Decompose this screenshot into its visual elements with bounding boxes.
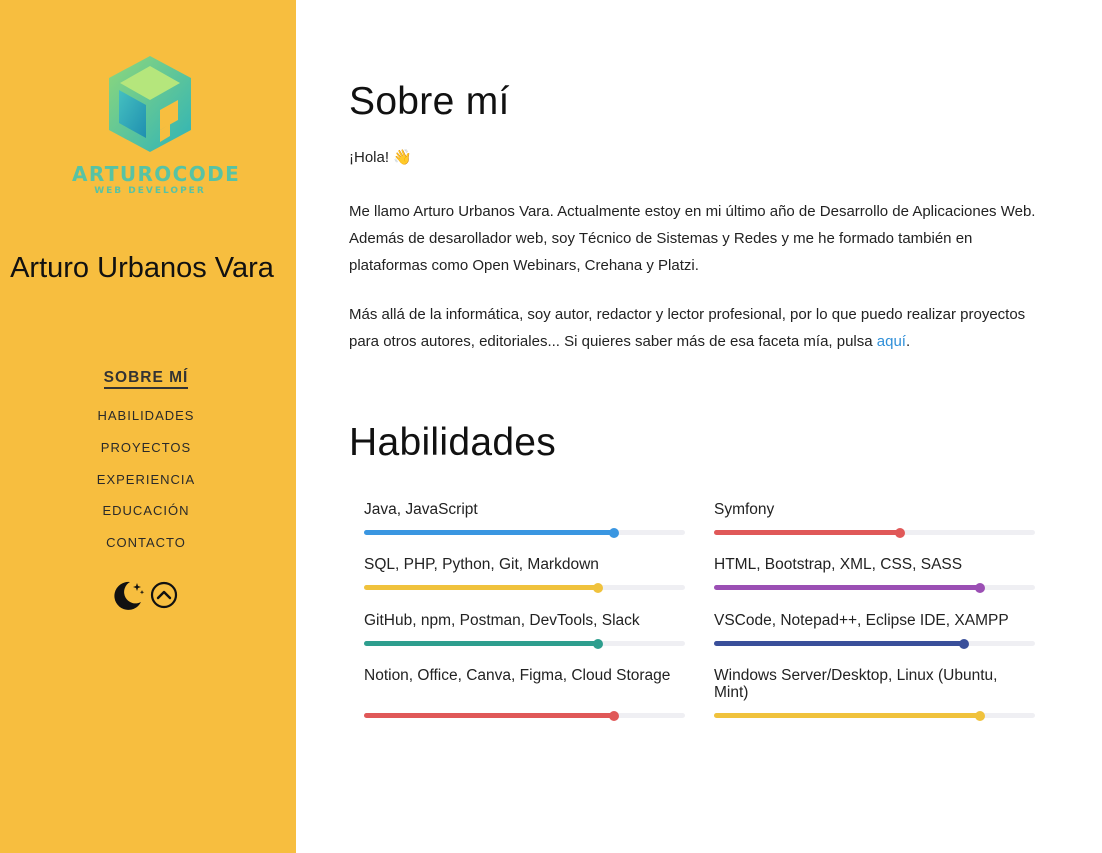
logo-subtext: WEB DEVELOPER: [94, 186, 206, 196]
skill-progress-knob: [609, 710, 620, 721]
nav-item-proyectos[interactable]: PROYECTOS: [0, 436, 292, 468]
skill-progress-knob: [975, 710, 986, 721]
sidebar: ARTUROCODE WEB DEVELOPER Arturo Urbanos …: [0, 0, 296, 853]
skill-progress-knob: [959, 638, 970, 649]
skill-item: Symfony: [714, 501, 1036, 538]
skill-progress-bar: [364, 710, 685, 721]
skill-progress-knob: [895, 527, 906, 538]
moon-stars-icon[interactable]: [110, 577, 146, 613]
skill-label: Java, JavaScript: [364, 501, 478, 518]
skill-progress-fill: [714, 713, 981, 718]
skill-item: Windows Server/Desktop, Linux (Ubuntu, M…: [714, 667, 1036, 721]
nav-item-habilidades[interactable]: HABILIDADES: [0, 404, 292, 436]
sidebar-nav: SOBRE MÍ HABILIDADES PROYECTOS EXPERIENC…: [0, 366, 292, 563]
greeting: ¡Hola! 👋: [349, 149, 412, 166]
skill-progress-fill: [364, 641, 599, 646]
logo-text: ARTUROCODE: [72, 162, 241, 186]
cube-logo-icon: [109, 56, 191, 152]
skill-label: VSCode, Notepad++, Eclipse IDE, XAMPP: [714, 612, 1009, 629]
section-title-skills: Habilidades: [349, 421, 557, 464]
about-paragraph-2: Más allá de la informática, soy autor, r…: [349, 301, 1049, 355]
about-paragraph: Me llamo Arturo Urbanos Vara. Actualment…: [349, 203, 1036, 274]
skill-item: VSCode, Notepad++, Eclipse IDE, XAMPP: [714, 612, 1036, 649]
skill-progress-bar: [714, 638, 1035, 649]
skill-progress-fill: [364, 585, 599, 590]
profile-name: Arturo Urbanos Vara: [10, 252, 274, 284]
about-paragraph-text: Más allá de la informática, soy autor, r…: [349, 306, 1026, 350]
nav-label: SOBRE MÍ: [103, 369, 189, 389]
skill-progress-bar: [714, 527, 1035, 538]
about-paragraph-end: .: [905, 333, 911, 350]
skill-label: Windows Server/Desktop, Linux (Ubuntu, M…: [714, 667, 998, 701]
skill-item: Java, JavaScript: [364, 501, 686, 538]
skill-progress-knob: [593, 582, 604, 593]
skill-progress-bar: [364, 527, 685, 538]
skill-label: GitHub, npm, Postman, DevTools, Slack: [364, 612, 640, 629]
skill-progress-bar: [714, 710, 1035, 721]
skill-label: Symfony: [714, 501, 775, 518]
skill-progress-knob: [609, 527, 620, 538]
skill-progress-bar: [364, 582, 685, 593]
skill-progress-bar: [364, 638, 685, 649]
skill-progress-fill: [364, 530, 615, 535]
skill-progress-fill: [364, 713, 615, 718]
sidebar-actions: [110, 577, 180, 613]
nav-item-educacion[interactable]: EDUCACIÓN: [0, 499, 292, 531]
skill-progress-bar: [714, 582, 1035, 593]
skill-item: HTML, Bootstrap, XML, CSS, SASS: [714, 556, 1036, 593]
skill-progress-fill: [714, 530, 901, 535]
skill-item: Notion, Office, Canva, Figma, Cloud Stor…: [364, 667, 686, 721]
skill-progress-fill: [714, 585, 981, 590]
skill-label: SQL, PHP, Python, Git, Markdown: [364, 556, 599, 573]
nav-item-experiencia[interactable]: EXPERIENCIA: [0, 468, 292, 500]
chevron-up-circle-icon[interactable]: [150, 581, 178, 609]
skill-item: SQL, PHP, Python, Git, Markdown: [364, 556, 686, 593]
nav-item-contacto[interactable]: CONTACTO: [0, 531, 292, 563]
section-title-about: Sobre mí: [349, 80, 510, 123]
skill-progress-fill: [714, 641, 965, 646]
skill-label: Notion, Office, Canva, Figma, Cloud Stor…: [364, 667, 671, 684]
skill-progress-knob: [593, 638, 604, 649]
nav-item-sobre-mi[interactable]: SOBRE MÍ: [0, 366, 292, 404]
skill-progress-knob: [975, 582, 986, 593]
brand-logo[interactable]: ARTUROCODE WEB DEVELOPER: [72, 54, 241, 204]
skill-item: GitHub, npm, Postman, DevTools, Slack: [364, 612, 686, 649]
skill-label: HTML, Bootstrap, XML, CSS, SASS: [714, 556, 963, 573]
aqui-link[interactable]: aquí: [877, 333, 906, 350]
